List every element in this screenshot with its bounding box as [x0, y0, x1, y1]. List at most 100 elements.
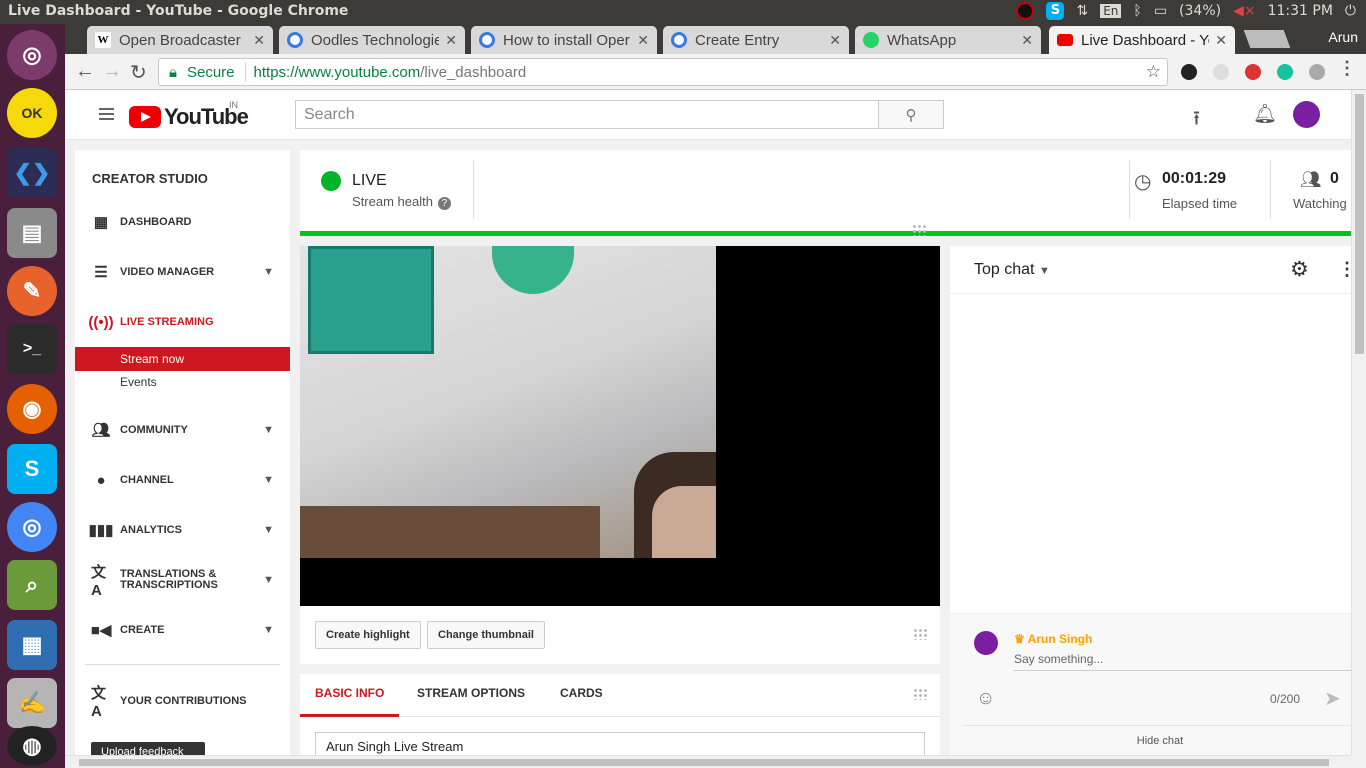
account-avatar[interactable]: [1293, 101, 1320, 128]
scrollbar-thumb[interactable]: [79, 759, 1329, 766]
tab-close-icon[interactable]: ✕: [445, 32, 457, 49]
text-editor-icon[interactable]: ✍: [7, 678, 57, 728]
tab-basic-info[interactable]: BASIC INFO: [315, 686, 384, 700]
profile-button[interactable]: Arun: [1328, 29, 1358, 45]
url-host: https://www.youtube.com: [253, 63, 421, 81]
create-highlight-button[interactable]: Create highlight: [315, 621, 421, 649]
obs-icon[interactable]: ◍: [7, 726, 57, 766]
notification-bell-icon[interactable]: 🔔︎: [1253, 102, 1277, 126]
tab-close-icon[interactable]: ✕: [253, 32, 265, 49]
extension-icon[interactable]: [1181, 64, 1197, 80]
extension-icon[interactable]: [1245, 64, 1261, 80]
sidebar-item-create[interactable]: ■◀ CREATE ▼: [75, 618, 290, 642]
skype-tray-icon[interactable]: S: [1046, 2, 1065, 20]
chat-message-input[interactable]: Say something...: [1014, 652, 1351, 671]
sidebar-item-dashboard[interactable]: ▦ DASHBOARD: [75, 210, 290, 234]
sidebar-item-analytics[interactable]: ▮▮▮ ANALYTICS ▼: [75, 518, 290, 542]
viewers-icon: 👥︎: [1300, 170, 1322, 189]
stream-title-field[interactable]: Arun Singh Live Stream: [315, 732, 925, 755]
sidebar-item-live-streaming[interactable]: ((•)) LIVE STREAMING: [75, 310, 290, 334]
emoji-icon[interactable]: ☺: [976, 688, 995, 710]
back-arrow-icon[interactable]: ←: [75, 60, 95, 83]
keyboard-layout[interactable]: En: [1100, 4, 1122, 18]
chevron-down-icon: ▼: [263, 624, 274, 636]
terminal-icon[interactable]: >_: [7, 324, 57, 374]
tab-close-icon[interactable]: ✕: [1021, 32, 1033, 49]
address-bar[interactable]: 🔒︎ Secure https://www.youtube.com /live_…: [158, 58, 1168, 86]
vscode-icon[interactable]: ❮❯: [7, 148, 57, 198]
browser-toolbar: ← → ↻ 🔒︎ Secure https://www.youtube.com …: [65, 54, 1366, 90]
sidebar-subitem-stream-now[interactable]: Stream now: [75, 347, 290, 371]
tab-cards[interactable]: CARDS: [560, 686, 603, 700]
postman-icon[interactable]: ✎: [7, 266, 57, 316]
browser-tab[interactable]: How to install Oper ✕: [471, 26, 657, 54]
feedback-button[interactable]: Upload feedback: [91, 742, 205, 755]
sidebar-item-video-manager[interactable]: ☰ VIDEO MANAGER ▼: [75, 260, 290, 284]
extension-icon[interactable]: [1213, 64, 1229, 80]
ubuntu-dash-icon[interactable]: ◎: [7, 30, 57, 80]
clock[interactable]: 11:31 PM: [1268, 3, 1333, 19]
sidebar-item-translations[interactable]: 文A TRANSLATIONS & TRANSCRIPTIONS ▼: [75, 564, 290, 599]
skype-icon[interactable]: S: [7, 444, 57, 494]
sidebar-divider: [85, 664, 280, 665]
sidebar-item-your-contributions[interactable]: 文A YOUR CONTRIBUTIONS: [75, 685, 290, 720]
sidebar-subitem-events[interactable]: Events: [75, 370, 290, 394]
horizontal-scrollbar[interactable]: [65, 755, 1351, 768]
battery-icon[interactable]: ▭: [1154, 3, 1167, 19]
reload-icon[interactable]: ↻: [130, 60, 147, 85]
chrome-icon[interactable]: ◎: [7, 502, 57, 552]
sidebar-item-channel[interactable]: ● CHANNEL ▼: [75, 468, 290, 492]
scrollbar-thumb[interactable]: [1355, 94, 1364, 354]
change-thumbnail-button[interactable]: Change thumbnail: [427, 621, 545, 649]
browser-tab[interactable]: W Open Broadcaster ✕: [87, 26, 273, 54]
ok-app-icon[interactable]: OK: [7, 88, 57, 138]
gear-icon[interactable]: ⚙: [1290, 257, 1309, 282]
tab-stream-options[interactable]: STREAM OPTIONS: [417, 686, 525, 700]
menu-icon[interactable]: [99, 108, 114, 110]
chrome-menu-icon[interactable]: ⋮: [1338, 58, 1356, 79]
tab-close-icon[interactable]: ✕: [637, 32, 649, 49]
firefox-icon[interactable]: ◉: [7, 384, 57, 434]
clock-icon: ◷: [1134, 171, 1152, 193]
bluetooth-icon[interactable]: ᛒ: [1133, 3, 1141, 19]
search-input[interactable]: Search: [295, 100, 879, 129]
sidebar-item-label: COMMUNITY: [120, 424, 188, 436]
file-cabinet-icon[interactable]: ▤: [7, 208, 57, 258]
send-icon[interactable]: ➤: [1324, 686, 1341, 711]
lock-icon: 🔒︎: [169, 63, 177, 81]
more-options-icon[interactable]: ⋮: [1338, 259, 1351, 280]
wikipedia-favicon-icon: W: [95, 32, 111, 48]
grammarly-icon[interactable]: [1277, 64, 1293, 80]
live-video-preview[interactable]: [300, 246, 940, 606]
volume-muted-icon[interactable]: ◀×: [1233, 3, 1256, 19]
extension-icon[interactable]: [1309, 64, 1325, 80]
bookmark-star-icon[interactable]: ☆: [1146, 62, 1161, 82]
upload-icon[interactable]: ⭱: [1193, 104, 1200, 138]
tab-close-icon[interactable]: ✕: [1215, 32, 1227, 49]
drag-handle-icon[interactable]: [913, 628, 927, 640]
image-viewer-icon[interactable]: ⌕: [7, 560, 57, 610]
new-tab-button[interactable]: [1243, 30, 1291, 48]
writer-icon[interactable]: ▦: [7, 620, 57, 670]
drag-handle-icon[interactable]: [913, 688, 927, 700]
help-icon[interactable]: ?: [437, 197, 451, 210]
forward-arrow-icon[interactable]: →: [102, 60, 122, 83]
tab-close-icon[interactable]: ✕: [829, 32, 841, 49]
power-icon[interactable]: ⏻: [1345, 3, 1356, 19]
browser-tab[interactable]: Create Entry ✕: [663, 26, 849, 54]
chat-mode-dropdown[interactable]: Top chat ▼: [974, 261, 1050, 279]
drag-handle-icon[interactable]: [912, 224, 926, 236]
page-favicon-icon: [671, 32, 687, 48]
browser-tab[interactable]: Oodles Technologie ✕: [279, 26, 465, 54]
network-icon[interactable]: ⇅: [1076, 3, 1088, 19]
battery-level[interactable]: (34%): [1179, 3, 1221, 19]
sidebar-item-community[interactable]: 👥︎ COMMUNITY ▼: [75, 418, 290, 442]
obs-tray-icon[interactable]: [1016, 2, 1035, 20]
vertical-scrollbar[interactable]: [1351, 90, 1366, 755]
browser-tab-active[interactable]: Live Dashboard - Yo ✕: [1049, 26, 1235, 54]
hide-chat-button[interactable]: Hide chat: [962, 725, 1351, 747]
browser-tab[interactable]: WhatsApp ✕: [855, 26, 1041, 54]
channel-icon: ●: [96, 471, 106, 489]
search-button[interactable]: ⚲: [878, 100, 944, 129]
camera-scene: [300, 506, 600, 558]
